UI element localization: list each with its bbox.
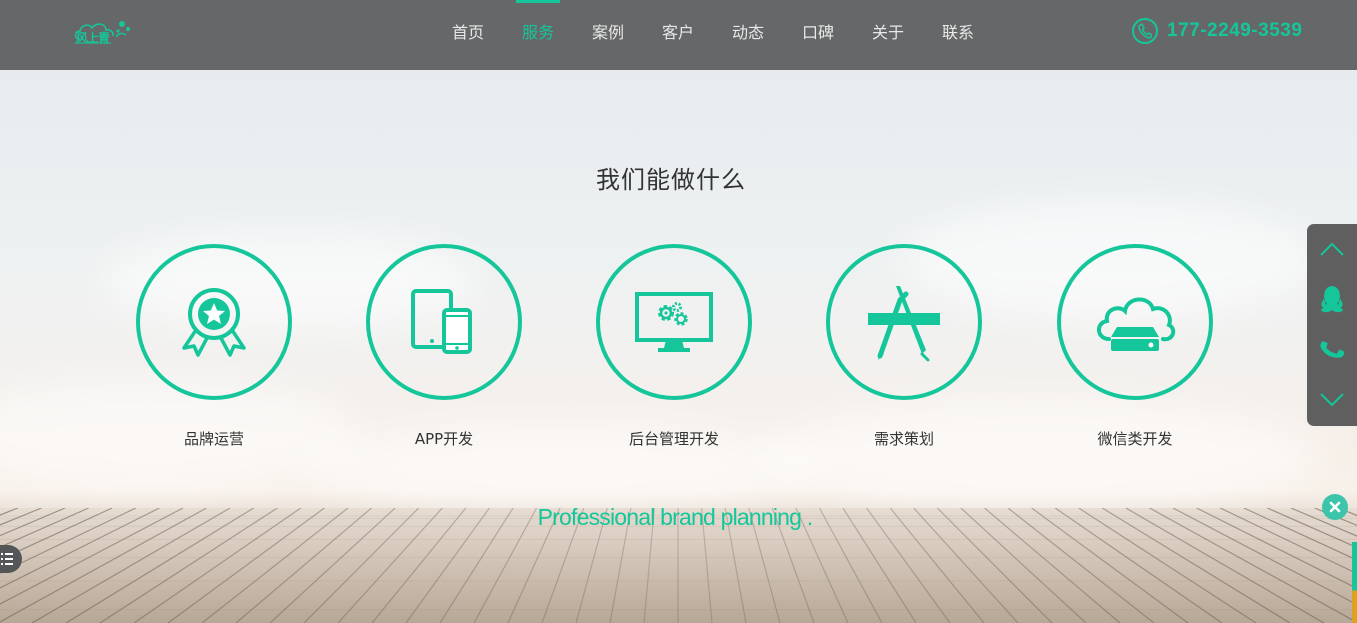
nav-item-news[interactable]: 动态 — [713, 0, 783, 70]
nav-item-clients[interactable]: 客户 — [643, 0, 713, 70]
edge-color-strip — [1352, 542, 1357, 623]
phone-icon — [1132, 18, 1158, 44]
nav-item-contact[interactable]: 联系 — [923, 0, 993, 70]
close-sidebar-button[interactable] — [1322, 494, 1348, 520]
service-item-brand-operation[interactable]: 品牌运营 — [136, 244, 292, 448]
app-store-icon — [868, 286, 940, 362]
service-label: 品牌运营 — [183, 430, 244, 448]
phone-number: 177-2249-3539 — [1167, 20, 1303, 41]
award-badge-icon — [182, 288, 246, 357]
nav-item-services[interactable]: 服务 — [503, 0, 573, 70]
background-cloud — [760, 400, 1320, 510]
service-item-app-development[interactable]: APP开发 — [366, 244, 522, 448]
section-title: 我们能做什么 — [596, 166, 746, 194]
list-icon — [1, 553, 13, 565]
service-circle[interactable] — [596, 244, 752, 400]
tablet-phone-icon — [411, 289, 472, 354]
nav-item-about[interactable]: 关于 — [853, 0, 923, 70]
service-circle[interactable] — [826, 244, 982, 400]
service-item-wechat-development[interactable]: 微信类开发 — [1057, 244, 1213, 448]
floating-sidebar — [1307, 224, 1357, 426]
service-circle[interactable] — [136, 244, 292, 400]
service-item-requirement-planning[interactable]: 需求策划 — [826, 244, 982, 448]
service-label: 微信类开发 — [1097, 430, 1173, 448]
qq-button[interactable] — [1307, 274, 1357, 324]
chevron-down-icon — [1320, 393, 1344, 407]
nav-item-reputation[interactable]: 口碑 — [783, 0, 853, 70]
cloud-server-icon — [1097, 297, 1176, 351]
nav-item-cases[interactable]: 案例 — [573, 0, 643, 70]
logo[interactable]: 风上青 — [72, 17, 134, 47]
close-icon — [1329, 501, 1341, 513]
service-label: APP开发 — [414, 430, 474, 448]
monitor-gears-icon — [635, 292, 713, 352]
tagline: Professional brand planning . — [537, 504, 814, 530]
phone-icon — [1320, 341, 1345, 358]
phone-button[interactable] — [1307, 324, 1357, 374]
header-phone[interactable]: 177-2249-3539 — [1132, 18, 1302, 44]
qq-icon — [1321, 286, 1343, 313]
service-circle[interactable] — [366, 244, 522, 400]
service-item-backend-development[interactable]: 后台管理开发 — [596, 244, 752, 448]
main-nav: 首页 服务 案例 客户 动态 口碑 关于 联系 — [433, 0, 993, 70]
service-label: 后台管理开发 — [628, 430, 719, 448]
logo-underline — [75, 42, 111, 44]
service-circle[interactable] — [1057, 244, 1213, 400]
scroll-down-button[interactable] — [1307, 374, 1357, 424]
scroll-up-button[interactable] — [1307, 224, 1357, 274]
chevron-up-icon — [1320, 242, 1344, 256]
service-label: 需求策划 — [873, 430, 934, 448]
page: 风上青 首页 服务 案例 客户 动态 口碑 关于 联系 177-2249-353… — [0, 0, 1357, 623]
nav-item-home[interactable]: 首页 — [433, 0, 503, 70]
top-navigation-bar: 风上青 首页 服务 案例 客户 动态 口碑 关于 联系 177-2249-353… — [0, 0, 1357, 70]
